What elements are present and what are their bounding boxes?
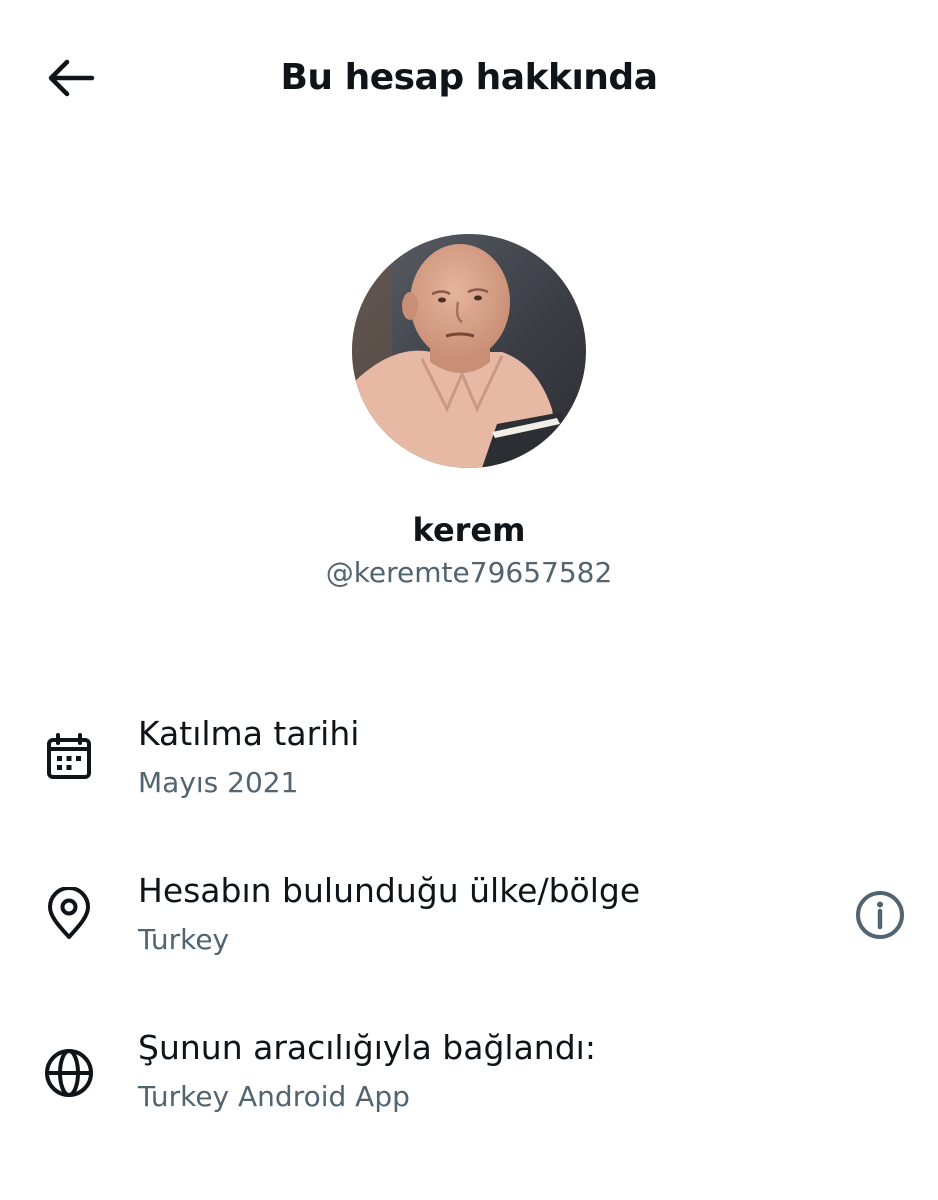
connected-via-row: Şunun aracılığıyla bağlandı: Turkey Andr… [0, 1014, 938, 1134]
join-date-label: Katılma tarihi [138, 714, 360, 753]
location-pin-icon [40, 885, 98, 943]
account-location-row: Hesabın bulunduğu ülke/bölge Turkey [0, 857, 938, 977]
connected-via-label: Şunun aracılığıyla bağlandı: [138, 1028, 596, 1067]
connected-via-value: Turkey Android App [138, 1080, 410, 1113]
username-handle: @keremte79657582 [325, 556, 613, 589]
account-location-label: Hesabın bulunduğu ülke/bölge [138, 871, 641, 910]
join-date-value: Mayıs 2021 [138, 766, 299, 799]
page-title: Bu hesap hakkında [280, 57, 658, 98]
info-button[interactable] [850, 885, 910, 945]
calendar-icon [40, 728, 98, 786]
globe-icon [40, 1044, 98, 1102]
display-name: kerem [412, 511, 526, 549]
account-location-value: Turkey [138, 923, 230, 956]
avatar[interactable] [352, 234, 586, 468]
join-date-row: Katılma tarihi Mayıs 2021 [0, 700, 938, 820]
info-icon [856, 891, 904, 939]
about-account-page: Bu hesap hakkında kerem @keremte79657582… [0, 0, 938, 1200]
